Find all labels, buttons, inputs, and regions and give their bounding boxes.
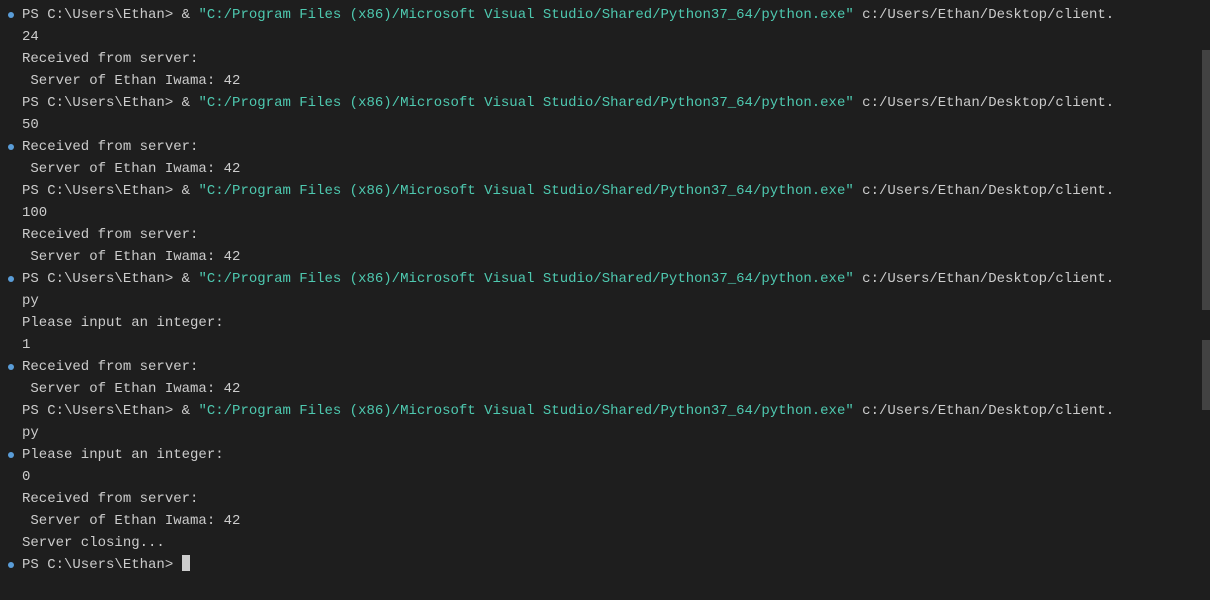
terminal-line: Server closing... — [0, 532, 1210, 554]
scrollbar-thumb[interactable] — [1202, 340, 1210, 410]
terminal-line: Server of Ethan Iwama: 42 — [0, 70, 1210, 92]
python-exe-path: "C:/Program Files (x86)/Microsoft Visual… — [198, 95, 853, 111]
script-path: c:/Users/Ethan/Desktop/client. — [862, 7, 1114, 23]
terminal-line: py — [0, 290, 1210, 312]
cursor — [182, 555, 190, 571]
script-path: c:/Users/Ethan/Desktop/client. — [862, 95, 1114, 111]
terminal-line: Please input an integer: — [0, 444, 1210, 466]
terminal-output[interactable]: PS C:\Users\Ethan> & "C:/Program Files (… — [0, 0, 1210, 600]
terminal-line: Received from server: — [0, 224, 1210, 246]
terminal-line: 1 — [0, 334, 1210, 356]
terminal-line: PS C:\Users\Ethan> & "C:/Program Files (… — [0, 4, 1210, 26]
terminal-line: Received from server: — [0, 356, 1210, 378]
terminal-line: PS C:\Users\Ethan> & "C:/Program Files (… — [0, 268, 1210, 290]
terminal-line: Please input an integer: — [0, 312, 1210, 334]
terminal-line: 100 — [0, 202, 1210, 224]
terminal-line: Server of Ethan Iwama: 42 — [0, 158, 1210, 180]
terminal-line: Server of Ethan Iwama: 42 — [0, 510, 1210, 532]
prompt: PS C:\Users\Ethan> — [22, 271, 173, 287]
ampersand: & — [182, 183, 190, 199]
prompt: PS C:\Users\Ethan> — [22, 7, 173, 23]
python-exe-path: "C:/Program Files (x86)/Microsoft Visual… — [198, 403, 853, 419]
terminal-current-line[interactable]: PS C:\Users\Ethan> — [0, 554, 1210, 576]
prompt: PS C:\Users\Ethan> — [22, 183, 173, 199]
ampersand: & — [182, 7, 190, 23]
terminal-line: PS C:\Users\Ethan> & "C:/Program Files (… — [0, 400, 1210, 422]
ampersand: & — [182, 403, 190, 419]
python-exe-path: "C:/Program Files (x86)/Microsoft Visual… — [198, 183, 853, 199]
script-path: c:/Users/Ethan/Desktop/client. — [862, 271, 1114, 287]
prompt: PS C:\Users\Ethan> — [22, 557, 173, 573]
script-path: c:/Users/Ethan/Desktop/client. — [862, 183, 1114, 199]
python-exe-path: "C:/Program Files (x86)/Microsoft Visual… — [198, 271, 853, 287]
terminal-line: 0 — [0, 466, 1210, 488]
terminal-line: PS C:\Users\Ethan> & "C:/Program Files (… — [0, 180, 1210, 202]
terminal-line: py — [0, 422, 1210, 444]
python-exe-path: "C:/Program Files (x86)/Microsoft Visual… — [198, 7, 853, 23]
prompt: PS C:\Users\Ethan> — [22, 403, 173, 419]
ampersand: & — [182, 95, 190, 111]
ampersand: & — [182, 271, 190, 287]
terminal-line: PS C:\Users\Ethan> & "C:/Program Files (… — [0, 92, 1210, 114]
terminal-line: Server of Ethan Iwama: 42 — [0, 378, 1210, 400]
terminal-line: Received from server: — [0, 488, 1210, 510]
terminal-line: Server of Ethan Iwama: 42 — [0, 246, 1210, 268]
terminal-line: Received from server: — [0, 48, 1210, 70]
prompt: PS C:\Users\Ethan> — [22, 95, 173, 111]
script-path: c:/Users/Ethan/Desktop/client. — [862, 403, 1114, 419]
terminal-line: 50 — [0, 114, 1210, 136]
scrollbar[interactable] — [1202, 0, 1210, 600]
terminal-line: Received from server: — [0, 136, 1210, 158]
scrollbar-thumb[interactable] — [1202, 50, 1210, 310]
terminal-line: 24 — [0, 26, 1210, 48]
